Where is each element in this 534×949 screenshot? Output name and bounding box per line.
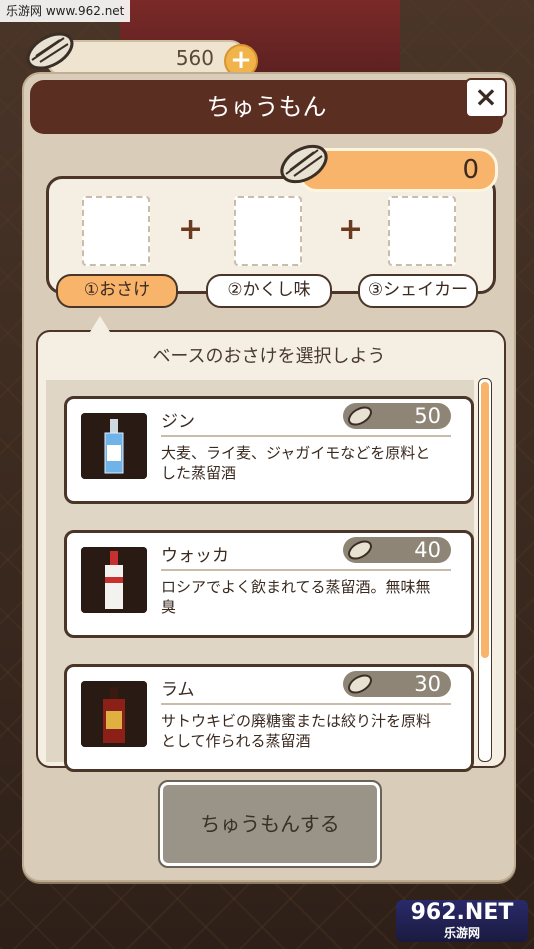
close-button[interactable]: ×	[465, 78, 507, 118]
order-button[interactable]: ちゅうもんする	[158, 780, 382, 868]
plus-sign: +	[178, 212, 204, 247]
price-badge: 50	[343, 403, 451, 429]
sunflower-seed-icon	[26, 32, 74, 70]
slot-shaker[interactable]	[388, 196, 456, 266]
divider	[161, 703, 451, 705]
selection-title: ベースのおさけを選択しよう	[152, 346, 386, 367]
list-item[interactable]: ウォッカ 40 ロシアでよく飲まれてる蒸留酒。無味無臭	[64, 530, 474, 638]
list-item[interactable]: ラム 30 サトウキビの廃糖蜜または絞り汁を原料として作られる蒸留酒	[64, 664, 474, 772]
plus-sign: +	[338, 212, 364, 247]
tab-alcohol[interactable]: ①おさけ	[56, 274, 178, 308]
vodka-bottle-icon	[81, 547, 147, 613]
sunflower-seed-icon	[348, 406, 372, 426]
list-item[interactable]: ジン 50 大麦、ライ麦、ジャガイモなどを原料とした蒸留酒	[64, 396, 474, 504]
item-description: 大麦、ライ麦、ジャガイモなどを原料とした蒸留酒	[161, 444, 431, 482]
slot-secret-flavor[interactable]	[234, 196, 302, 266]
watermark-logo: 962.NET 乐游网	[396, 900, 528, 942]
watermark-text: 乐游网 www.962.net	[0, 0, 131, 22]
item-name: ラム	[161, 680, 195, 700]
price-badge: 40	[343, 537, 451, 563]
currency-bar: 560	[46, 40, 246, 76]
item-description: サトウキビの廃糖蜜または絞り汁を原料として作られる蒸留酒	[161, 712, 432, 750]
tab-pointer	[90, 316, 110, 332]
slot-alcohol[interactable]	[82, 196, 150, 266]
total-cost-value: 0	[462, 155, 479, 185]
divider	[161, 435, 451, 437]
item-price: 40	[414, 538, 441, 562]
divider	[161, 569, 451, 571]
gin-bottle-icon	[81, 413, 147, 479]
dialog-title: ちゅうもん	[30, 80, 503, 134]
rum-bottle-icon	[81, 681, 147, 747]
scrollbar-thumb[interactable]	[481, 382, 489, 658]
sunflower-seed-icon	[348, 674, 372, 694]
price-badge: 30	[343, 671, 451, 697]
watermark-logo-sub: 乐游网	[443, 926, 480, 940]
sunflower-seed-icon	[280, 144, 328, 184]
item-price: 30	[414, 672, 441, 696]
tab-shaker[interactable]: ③シェイカー	[358, 274, 478, 308]
item-name: ウォッカ	[161, 546, 229, 566]
watermark-logo-text: 962.NET	[410, 900, 514, 925]
item-description: ロシアでよく飲まれてる蒸留酒。無味無臭	[161, 578, 431, 616]
item-name: ジン	[161, 412, 195, 432]
item-price: 50	[414, 404, 441, 428]
tab-secret-flavor[interactable]: ②かくし味	[206, 274, 332, 308]
sunflower-seed-icon	[348, 540, 372, 560]
currency-amount: 560	[175, 46, 214, 70]
